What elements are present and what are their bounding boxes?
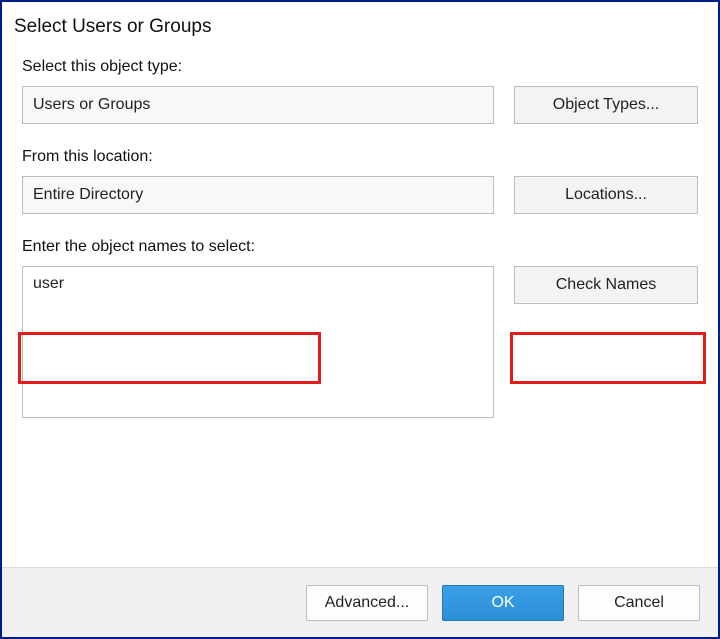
location-label: From this location: — [22, 148, 698, 166]
object-names-row: Check Names — [22, 266, 698, 422]
object-types-button[interactable]: Object Types... — [514, 86, 698, 124]
location-row: Entire Directory Locations... — [22, 176, 698, 214]
check-names-button[interactable]: Check Names — [514, 266, 698, 304]
object-type-label: Select this object type: — [22, 58, 698, 76]
object-names-label: Enter the object names to select: — [22, 238, 698, 256]
locations-button[interactable]: Locations... — [514, 176, 698, 214]
advanced-button[interactable]: Advanced... — [306, 585, 428, 621]
dialog-title: Select Users or Groups — [2, 2, 718, 46]
object-type-field[interactable]: Users or Groups — [22, 86, 494, 124]
cancel-button[interactable]: Cancel — [578, 585, 700, 621]
object-names-input[interactable] — [22, 266, 494, 418]
ok-button[interactable]: OK — [442, 585, 564, 621]
dialog-window: Select Users or Groups Select this objec… — [0, 0, 720, 639]
dialog-content: Select this object type: Users or Groups… — [2, 46, 718, 567]
location-field[interactable]: Entire Directory — [22, 176, 494, 214]
object-type-row: Users or Groups Object Types... — [22, 86, 698, 124]
dialog-footer: Advanced... OK Cancel — [2, 567, 718, 637]
